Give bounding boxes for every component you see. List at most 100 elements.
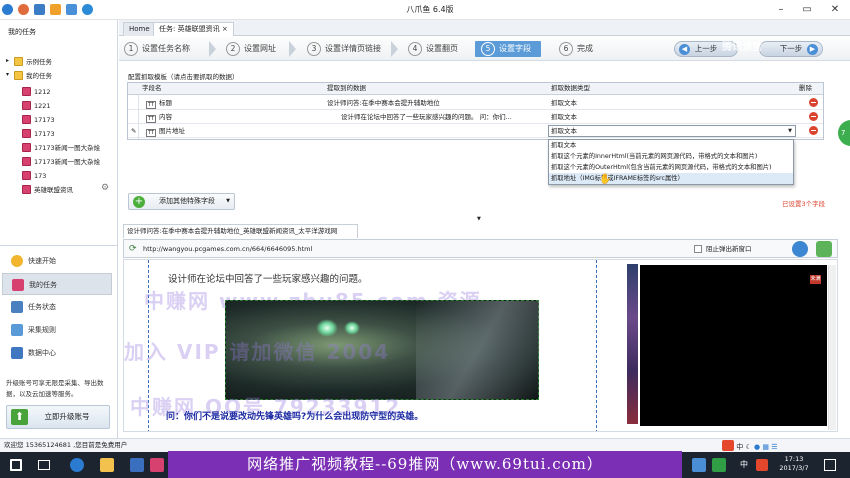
- config-label: 配置抓取模板（请点击要抓取的数据）: [128, 73, 239, 81]
- sogou-tray-icon[interactable]: [756, 459, 768, 471]
- maximize-button[interactable]: ▭: [796, 2, 818, 18]
- upgrade-account-button[interactable]: ⬆ 立即升级账号: [6, 405, 110, 429]
- nav-quick-start[interactable]: 快速开始: [2, 250, 112, 272]
- globe-icon[interactable]: [792, 241, 808, 257]
- step-separator: [209, 41, 216, 57]
- browser-settings-icon[interactable]: [816, 241, 832, 257]
- nav-rules[interactable]: 采集规则: [2, 319, 112, 341]
- tab-task[interactable]: 任务: 英雄联盟资讯 ×: [153, 22, 234, 36]
- minimize-button[interactable]: –: [770, 2, 792, 18]
- edge-icon[interactable]: [70, 458, 84, 472]
- star-icon: [11, 255, 23, 267]
- ime-indicator[interactable]: 中: [740, 459, 748, 470]
- page-scrollbar[interactable]: [828, 265, 836, 430]
- step-pagination[interactable]: 4 设置翻页: [408, 41, 458, 57]
- app-icon[interactable]: [150, 458, 164, 472]
- dropdown-option[interactable]: 抓取这个元素的OuterHtml(包含当前元素的网页源代码，带格式的文本和图片): [549, 162, 793, 173]
- tree-folder-my-tasks[interactable]: 我的任务: [14, 70, 52, 83]
- explorer-icon[interactable]: [100, 458, 114, 472]
- delete-row-button[interactable]: [809, 126, 818, 135]
- nav-data-center[interactable]: 数据中心: [2, 342, 112, 364]
- close-button[interactable]: ✕: [824, 2, 846, 18]
- help-icon[interactable]: [82, 4, 93, 15]
- type-select[interactable]: 抓取文本 ▼: [548, 125, 796, 137]
- tree-task-item[interactable]: 1212: [22, 86, 51, 99]
- task-view-icon[interactable]: [38, 460, 50, 470]
- database-icon: [11, 347, 23, 359]
- article-question[interactable]: 问：你们不是说要改动先锋英雄吗?为什么会出现防守型的英雄。: [166, 409, 423, 422]
- chevron-down-icon[interactable]: ▼: [788, 126, 792, 136]
- tray-app-icon[interactable]: [692, 458, 706, 472]
- col-field: 字段名: [142, 84, 162, 92]
- article-text[interactable]: 设计师在论坛中回答了一些玩家感兴趣的问题。: [168, 271, 368, 285]
- step-finish[interactable]: 6 完成: [559, 41, 593, 57]
- text-field-icon: TT: [146, 101, 156, 109]
- url-bar: ⟳ http://wangyou.pcgames.com.cn/664/6646…: [123, 239, 838, 258]
- refresh-icon[interactable]: ⟳: [129, 240, 137, 258]
- dropdown-option[interactable]: 抓取文本: [549, 140, 793, 151]
- arrow-left-icon: ◀: [679, 44, 690, 55]
- tree-expander-icon[interactable]: ▾: [6, 71, 9, 78]
- tree-task-item[interactable]: 173: [22, 170, 46, 183]
- webpage-preview: 中赚网 www.zhu85.com 资源 设计师在论坛中回答了一些玩家感兴趣的问…: [123, 259, 838, 432]
- mouse-cursor-icon: ✋: [599, 174, 612, 185]
- add-field-button[interactable]: + 添加其他特殊字段 ▼: [128, 193, 235, 210]
- notes-icon[interactable]: [34, 4, 45, 15]
- delete-row-button[interactable]: [809, 112, 818, 121]
- mic-icon[interactable]: ●: [754, 443, 760, 451]
- step-task-name[interactable]: 1 设置任务名称: [124, 41, 190, 57]
- type-dropdown-list[interactable]: 抓取文本 抓取这个元素的InnerHtml(当前元素的网页源代码，带格式的文本和…: [548, 139, 794, 185]
- taskbar-clock[interactable]: 17:13 2017/3/7: [776, 455, 812, 473]
- gear-icon[interactable]: ⚙: [101, 183, 109, 193]
- block-popup-checkbox[interactable]: [694, 245, 702, 253]
- col-data: 提取到的数据: [327, 84, 366, 92]
- tree-task-item[interactable]: 英雄联盟资讯: [22, 184, 73, 197]
- dropdown-option[interactable]: 抓取这个元素的InnerHtml(当前元素的网页源代码，带格式的文本和图片): [549, 151, 793, 162]
- tree-task-item[interactable]: 17173: [22, 128, 55, 141]
- float-widget[interactable]: 7: [838, 120, 850, 146]
- delete-row-button[interactable]: [809, 98, 818, 107]
- step-detail-link[interactable]: 3 设置详情页链接: [307, 41, 381, 57]
- folder-icon: [14, 57, 23, 66]
- sidebar-header: 我的任务: [8, 28, 36, 36]
- tray-app-icon[interactable]: [712, 458, 726, 472]
- sogou-icon[interactable]: [722, 440, 734, 451]
- nav-my-tasks[interactable]: 我的任务: [2, 273, 112, 295]
- edit-pencil-icon[interactable]: ✎: [131, 124, 136, 138]
- windows-start-icon[interactable]: [10, 459, 22, 471]
- notification-icon[interactable]: [824, 459, 836, 471]
- export-icon[interactable]: [66, 4, 77, 15]
- tree-task-item[interactable]: 1221: [22, 100, 51, 113]
- keyboard-icon[interactable]: ▦: [762, 443, 769, 451]
- step-fields[interactable]: 5 设置字段: [475, 41, 541, 57]
- table-row[interactable]: TT 内容 设计师在论坛中回答了一些玩家感兴趣的问题。 问：你们... 抓取文本: [128, 110, 823, 124]
- step-url[interactable]: 2 设置网址: [226, 41, 276, 57]
- app-icon[interactable]: [130, 458, 144, 472]
- moon-icon[interactable]: ☾: [745, 443, 751, 451]
- ime-mode[interactable]: 中: [736, 443, 743, 451]
- plus-icon: +: [133, 196, 145, 208]
- tree-folder-examples[interactable]: 示例任务: [14, 56, 52, 69]
- task-icon: [22, 185, 31, 194]
- splitter-arrow-icon[interactable]: ▼: [477, 216, 481, 222]
- menu-icon[interactable]: ☰: [771, 443, 777, 451]
- tree-expander-icon[interactable]: ▸: [6, 57, 9, 64]
- table-row-selected[interactable]: ✎ TT 图片地址 抓取文本 ▼: [128, 124, 823, 138]
- tree-task-item[interactable]: 17173新闻一图大杂烩: [22, 156, 100, 169]
- nav-task-status[interactable]: 任务状态: [2, 296, 112, 318]
- next-step-button[interactable]: ▶ 下一步: [759, 41, 823, 57]
- tree-task-item[interactable]: 17173新闻一图大杂烩: [22, 142, 100, 155]
- sidebar-ad-image[interactable]: [627, 264, 638, 424]
- table-row[interactable]: TT 标题 设计师问答:在季中赛本会提升辅助地位 抓取文本: [128, 96, 823, 110]
- edit-icon[interactable]: [50, 4, 61, 15]
- task-tree: ▸ 示例任务 ▾ 我的任务 1212 1221 17173 17173 1717…: [0, 56, 118, 196]
- rules-icon: [11, 324, 23, 336]
- user-icon[interactable]: [18, 4, 29, 15]
- tab-home[interactable]: Home: [123, 22, 156, 36]
- dropdown-option-highlighted[interactable]: 抓取地址（IMG标签或IFRAME标签的src属性）: [549, 173, 793, 184]
- task-icon: [12, 279, 24, 291]
- tab-close-icon[interactable]: ×: [222, 25, 228, 33]
- url-input[interactable]: http://wangyou.pcgames.com.cn/664/664609…: [143, 240, 312, 258]
- browser-tab[interactable]: 设计师问答:在季中赛本会提升辅助地位_英雄联盟新闻资讯_太平洋游戏网: [123, 224, 358, 238]
- tree-task-item[interactable]: 17173: [22, 114, 55, 127]
